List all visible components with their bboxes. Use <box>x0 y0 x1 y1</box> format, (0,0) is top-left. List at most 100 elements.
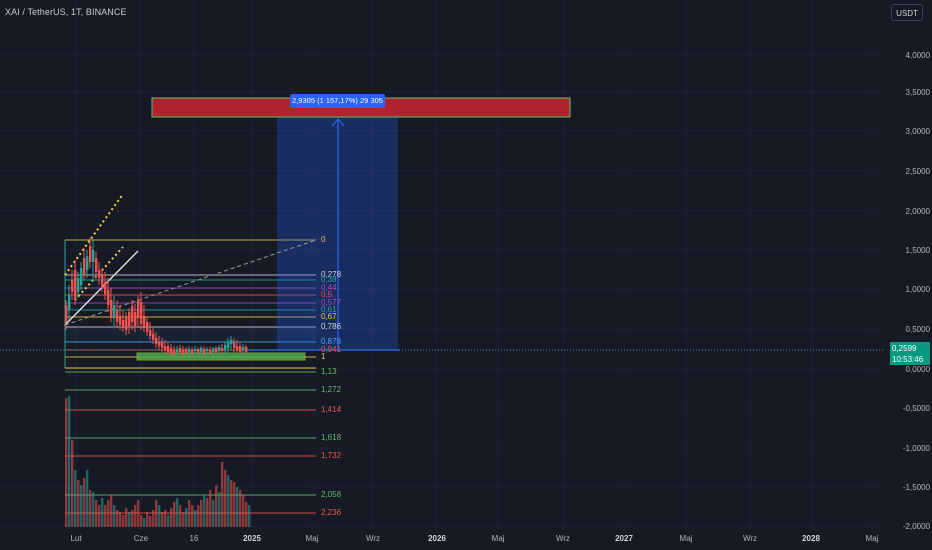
volume-bar <box>74 470 77 527</box>
volume-bar <box>110 495 113 527</box>
candle-body <box>167 346 170 352</box>
time-tick-label: 2028 <box>802 534 820 543</box>
candle-body <box>170 348 173 354</box>
price-tick-label: 0,5000 <box>905 325 930 334</box>
fib-level-label: 0,67 <box>321 312 337 321</box>
volume-bar <box>230 480 233 527</box>
candle-body <box>149 330 152 336</box>
volume-bar <box>98 505 101 527</box>
fib-level-label: 1,414 <box>321 405 342 414</box>
time-tick-label: Maj <box>491 534 505 543</box>
candle-body <box>146 322 149 332</box>
volume-bar <box>68 396 71 527</box>
time-tick-label: Wrz <box>555 534 571 543</box>
volume-bar <box>167 515 170 527</box>
candle-body <box>182 350 185 353</box>
volume-bar <box>128 512 131 527</box>
volume-bar <box>83 478 86 527</box>
price-tick-label: 2,0000 <box>905 207 930 216</box>
fib-level-label: 1,13 <box>321 367 337 376</box>
volume-bar <box>197 505 200 527</box>
fib-level-label: 1,618 <box>321 433 342 442</box>
candle-body <box>245 347 248 352</box>
candle-body <box>233 342 236 348</box>
time-tick-label: Maj <box>865 534 879 543</box>
candle-body <box>164 346 167 350</box>
target-profit-label: 2,9305 (1 157,17%) 29 305 <box>290 94 385 108</box>
candle-body <box>227 342 230 348</box>
volume-bar <box>233 482 236 527</box>
price-tick-label: 3,0000 <box>905 127 930 136</box>
time-tick-label: Wrz <box>365 534 381 543</box>
price-tick-label: 4,0000 <box>905 51 930 60</box>
volume-bar <box>143 518 146 527</box>
fib-level-label: 0 <box>321 235 326 244</box>
volume-bar <box>77 480 80 527</box>
volume-bar <box>170 508 173 527</box>
candle-body <box>143 316 146 328</box>
price-tick-label: 0,0000 <box>905 365 930 374</box>
price-tick-label: 1,5000 <box>905 246 930 255</box>
candle-body <box>119 316 122 325</box>
candle-body <box>152 334 155 340</box>
volume-bar <box>164 510 167 527</box>
candle-body <box>197 349 200 353</box>
volume-bar <box>146 512 149 527</box>
time-tick-label: Lut <box>70 534 82 543</box>
volume-bar <box>122 515 125 527</box>
volume-bar <box>119 512 122 527</box>
price-tick-label: -2,0000 <box>902 522 930 531</box>
volume-bar <box>113 505 116 527</box>
volume-bar <box>221 462 224 527</box>
volume-bar <box>101 498 104 527</box>
candle-body <box>218 347 221 351</box>
volume-bar <box>92 492 95 527</box>
chart-window[interactable]: XAI / TetherUS, 1T, BINANCE USDT 4,0000 3… <box>0 0 932 550</box>
volume-bar <box>227 475 230 527</box>
fib-level-label: 1,272 <box>321 385 342 394</box>
fib-level-label: 2,236 <box>321 508 342 517</box>
price-tick-label: 1,0000 <box>905 285 930 294</box>
volume-bar <box>185 508 188 527</box>
volume-bar <box>131 510 134 527</box>
candle-body <box>200 348 203 352</box>
candle-body <box>98 270 101 278</box>
volume-bar <box>80 485 83 527</box>
candle-body <box>89 246 92 262</box>
volume-bar <box>161 512 164 527</box>
candle-body <box>110 300 113 318</box>
candle-body <box>92 250 95 262</box>
candle-body <box>122 320 125 328</box>
volume-bar <box>191 505 194 527</box>
volume-bar <box>188 500 191 527</box>
candle-body <box>188 349 191 352</box>
volume-bar <box>245 502 248 527</box>
candle-body <box>221 348 224 351</box>
support-zone-box <box>136 352 306 361</box>
currency-button[interactable]: USDT <box>891 4 923 21</box>
candle-body <box>68 295 71 310</box>
price-tick-label: -0,5000 <box>902 404 930 413</box>
candle-body <box>206 349 209 351</box>
volume-bar <box>215 485 218 527</box>
price-tick-label: 3,5000 <box>905 88 930 97</box>
fib-level-label: 1,732 <box>321 451 342 460</box>
volume-bar <box>224 470 227 527</box>
candle-body <box>80 268 83 285</box>
current-price-badge: 0,2599 10:53:46 <box>890 342 930 365</box>
candle-body <box>212 348 215 352</box>
candle-body <box>140 302 143 324</box>
candle-body <box>203 349 206 353</box>
candle-body <box>179 348 182 352</box>
candle-body <box>242 347 245 350</box>
volume-bar <box>155 500 158 527</box>
candle-body <box>161 342 164 348</box>
candle-body <box>194 349 197 351</box>
candle-countdown: 10:53:46 <box>892 355 924 364</box>
time-tick-label: 16 <box>189 534 199 543</box>
symbol-title[interactable]: XAI / TetherUS, 1T, BINANCE <box>5 7 127 17</box>
candle-body <box>224 345 227 350</box>
price-chart-canvas[interactable] <box>0 0 932 550</box>
price-tick-label: -1,0000 <box>902 444 930 453</box>
volume-bar <box>149 516 152 527</box>
